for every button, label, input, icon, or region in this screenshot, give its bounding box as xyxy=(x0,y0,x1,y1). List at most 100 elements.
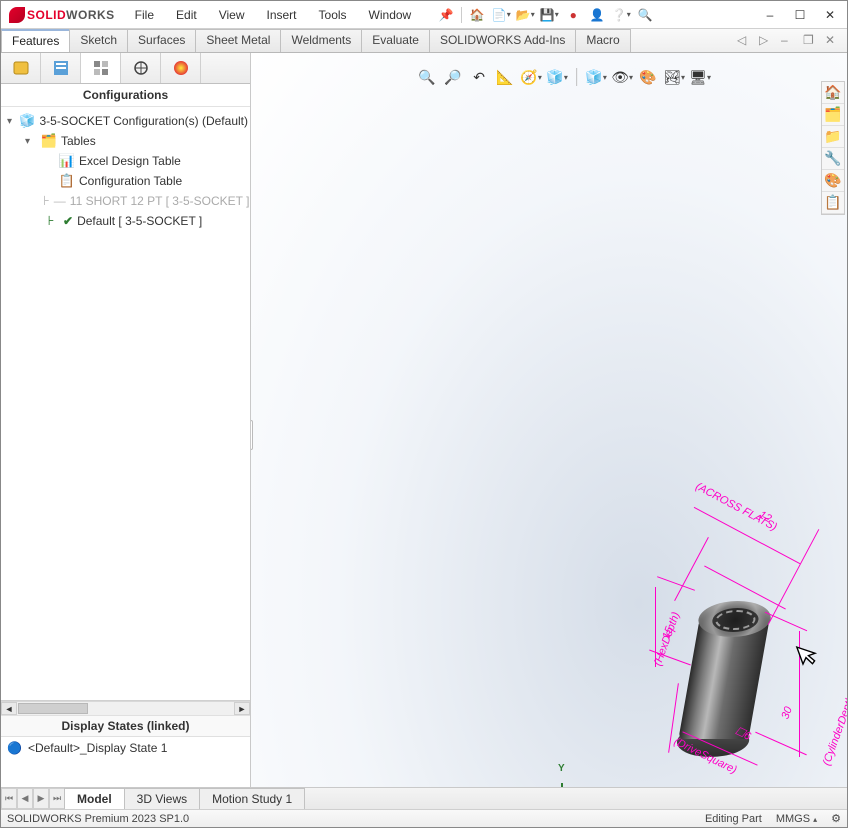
menu-tools[interactable]: Tools xyxy=(309,4,357,26)
dim-across-flats[interactable]: (ACROSS FLATS) xyxy=(693,481,778,534)
dimxpert-tab[interactable] xyxy=(121,53,161,83)
tab-addins[interactable]: SOLIDWORKS Add-Ins xyxy=(429,29,576,52)
hide-show-icon[interactable]: 🧊▾ xyxy=(586,67,606,87)
menu-window[interactable]: Window xyxy=(359,4,422,26)
scroll-left-icon[interactable]: ◄ xyxy=(1,702,17,715)
menu-view[interactable]: View xyxy=(209,4,255,26)
tab-3d-views[interactable]: 3D Views xyxy=(124,788,200,809)
tab-motion-study[interactable]: Motion Study 1 xyxy=(199,788,305,809)
tab-macro[interactable]: Macro xyxy=(575,29,630,52)
view-settings-icon[interactable]: 🖥▾ xyxy=(690,67,710,87)
tab-next-icon[interactable]: ▶ xyxy=(33,788,49,809)
edit-appearance-icon[interactable]: 👁▾ xyxy=(612,67,632,87)
tab-last-icon[interactable]: ⏭ xyxy=(49,788,65,809)
tab-sketch[interactable]: Sketch xyxy=(69,29,128,52)
dim-cyldepth[interactable]: (CylinderDepth) xyxy=(821,691,847,767)
active-config-row[interactable]: ⊦ ✔ Default [ 3-5-SOCKET ] xyxy=(1,211,250,231)
dimxpert-icon xyxy=(132,59,150,77)
window-controls: – ☐ ✕ xyxy=(757,5,843,25)
main-area: Configurations ▾ 🧊 3-5-SOCKET Configurat… xyxy=(1,53,847,787)
prev-doc-icon[interactable]: ◁ xyxy=(737,33,753,49)
display-state-row[interactable]: 🔵 <Default>_Display State 1 xyxy=(1,737,250,759)
dim-cyldepth-val[interactable]: 30 xyxy=(779,705,794,721)
scene-icon[interactable]: 🎨 xyxy=(638,67,658,87)
property-manager-icon xyxy=(52,59,70,77)
tab-features[interactable]: Features xyxy=(1,29,70,52)
save-icon[interactable]: 💾▾ xyxy=(540,6,558,24)
search-icon[interactable]: 🔍 xyxy=(636,6,654,24)
section-view-icon[interactable]: 📐 xyxy=(495,67,515,87)
status-gear-icon[interactable]: ⚙ xyxy=(831,812,841,825)
tab-sheet-metal[interactable]: Sheet Metal xyxy=(195,29,281,52)
prev-view-icon[interactable]: ↶ xyxy=(469,67,489,87)
menu-insert[interactable]: Insert xyxy=(257,4,307,26)
tab-model[interactable]: Model xyxy=(64,788,125,809)
tables-folder-label: Tables xyxy=(61,134,96,148)
zoom-fit-icon[interactable]: 🔍 xyxy=(417,67,437,87)
custom-props-icon[interactable]: 📋 xyxy=(822,192,844,214)
suppressed-config-row[interactable]: ⊦ — 11 SHORT 12 PT [ 3-5-SOCKET ] xyxy=(1,191,250,211)
minimize-button[interactable]: – xyxy=(757,5,783,25)
resources-tp-icon[interactable]: 🗂️ xyxy=(822,104,844,126)
configuration-tree[interactable]: ▾ 🧊 3-5-SOCKET Configuration(s) (Default… xyxy=(1,107,250,700)
cfg-root-label: 3-5-SOCKET Configuration(s) (Default) xyxy=(39,114,248,128)
file-explorer-icon[interactable]: 🔧 xyxy=(822,148,844,170)
menu-edit[interactable]: Edit xyxy=(166,4,207,26)
user-icon[interactable]: 👤 xyxy=(588,6,606,24)
view-orient-icon[interactable]: 🧭▾ xyxy=(521,67,541,87)
display-style-icon[interactable]: 🧊▾ xyxy=(547,67,567,87)
tab-surfaces[interactable]: Surfaces xyxy=(127,29,196,52)
scroll-thumb[interactable] xyxy=(18,703,88,714)
open-icon[interactable]: 📂▾ xyxy=(516,6,534,24)
tab-weldments[interactable]: Weldments xyxy=(280,29,362,52)
socket-model[interactable] xyxy=(677,609,772,749)
part-icon: 🧊 xyxy=(19,113,35,129)
status-units[interactable]: MMGS ▴ xyxy=(776,813,817,825)
panel-sash-handle[interactable] xyxy=(251,420,253,450)
feature-tree-icon xyxy=(12,59,30,77)
collapse-icon[interactable]: ▾ xyxy=(25,136,37,147)
doc-minimize-icon[interactable]: – xyxy=(781,33,797,49)
appearance-tp-icon[interactable]: 🎨 xyxy=(822,170,844,192)
design-lib-icon[interactable]: 📁 xyxy=(822,126,844,148)
app-logo: SOLIDWORKS xyxy=(5,7,119,23)
scroll-right-icon[interactable]: ► xyxy=(234,702,250,715)
suppressed-config-label: 11 SHORT 12 PT [ 3-5-SOCKET ] xyxy=(70,194,250,208)
configuration-manager-icon xyxy=(92,59,110,77)
feature-tree-tab[interactable] xyxy=(1,53,41,83)
view-triad[interactable]: Y X Z xyxy=(541,765,601,787)
excel-design-table-row[interactable]: 📊 Excel Design Table xyxy=(1,151,250,171)
print-icon[interactable]: ● xyxy=(564,6,582,24)
next-doc-icon[interactable]: ▷ xyxy=(759,33,775,49)
home-tp-icon[interactable]: 🏠 xyxy=(822,82,844,104)
tab-prev-icon[interactable]: ◀ xyxy=(17,788,33,809)
brand-second: WORKS xyxy=(66,8,115,22)
doc-restore-icon[interactable]: ❐ xyxy=(803,33,819,49)
home-icon[interactable]: 🏠 xyxy=(468,6,486,24)
property-manager-tab[interactable] xyxy=(41,53,81,83)
graphics-viewport[interactable]: 🔍 🔎 ↶ 📐 🧭▾ 🧊▾ 🧊▾ 👁▾ 🎨 🏞▾ 🖥▾ 🏠 🗂️ 📁 🔧 🎨 📋 xyxy=(251,53,847,787)
close-button[interactable]: ✕ xyxy=(817,5,843,25)
menu-file[interactable]: File xyxy=(125,4,164,26)
collapse-icon[interactable]: ▾ xyxy=(7,116,15,127)
cfg-root-row[interactable]: ▾ 🧊 3-5-SOCKET Configuration(s) (Default… xyxy=(1,111,250,131)
new-doc-icon[interactable]: 📄▾ xyxy=(492,6,510,24)
maximize-button[interactable]: ☐ xyxy=(787,5,813,25)
excel-table-icon: 📊 xyxy=(59,153,75,169)
display-states-header: Display States (linked) xyxy=(1,715,250,737)
fm-h-scrollbar[interactable]: ◄ ► xyxy=(1,701,250,715)
display-state-label: <Default>_Display State 1 xyxy=(28,741,167,755)
tab-evaluate[interactable]: Evaluate xyxy=(361,29,430,52)
configuration-manager-tab[interactable] xyxy=(81,53,121,83)
tab-first-icon[interactable]: ⏮ xyxy=(1,788,17,809)
zoom-area-icon[interactable]: 🔎 xyxy=(443,67,463,87)
display-manager-tab[interactable] xyxy=(161,53,201,83)
doc-close-icon[interactable]: ✕ xyxy=(825,33,841,49)
doc-window-controls: ◁ ▷ – ❐ ✕ xyxy=(737,29,847,52)
config-table-row[interactable]: 📋 Configuration Table xyxy=(1,171,250,191)
pin-icon[interactable]: 📌 xyxy=(437,6,455,24)
help-icon[interactable]: ❔▾ xyxy=(612,6,630,24)
render-icon[interactable]: 🏞▾ xyxy=(664,67,684,87)
folder-icon: 🗂️ xyxy=(41,133,57,149)
tables-folder-row[interactable]: ▾ 🗂️ Tables xyxy=(1,131,250,151)
